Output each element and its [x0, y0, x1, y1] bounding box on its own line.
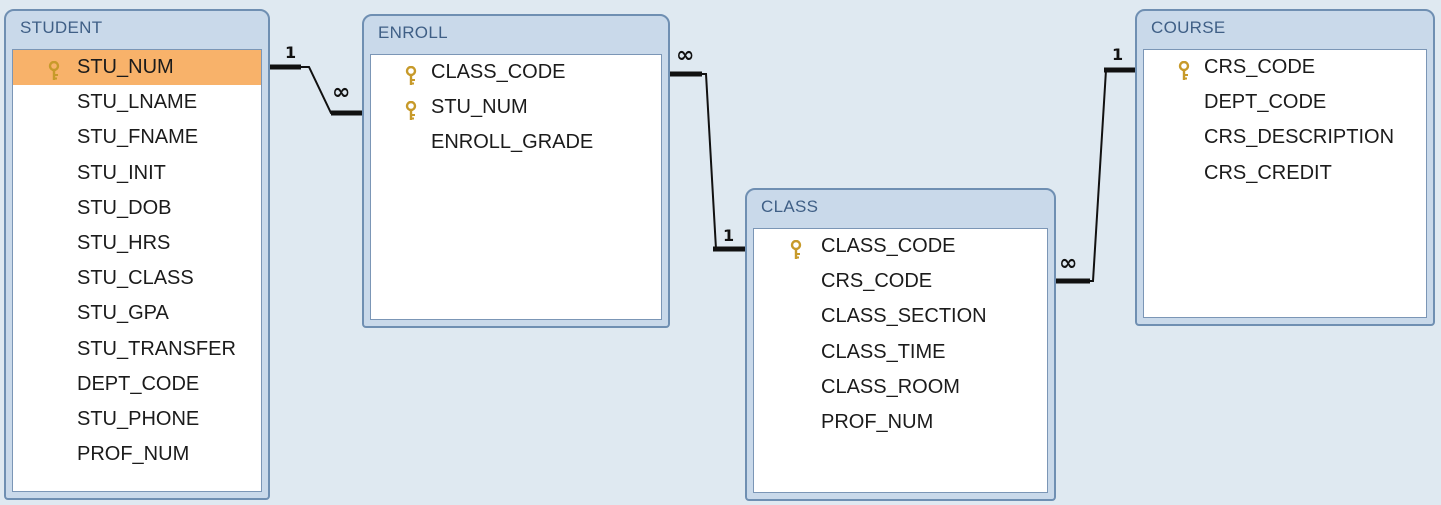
- field-row[interactable]: STU_NUM: [13, 50, 261, 86]
- cardinality-one-course: 1: [1112, 45, 1124, 64]
- field-name: ENROLL_GRADE: [431, 131, 594, 154]
- field-list-student[interactable]: STU_NUM STU_LNAME STU_FNAME STU_INIT STU_DOB…: [12, 49, 262, 492]
- field-name: STU_DOB: [77, 196, 172, 219]
- primary-key-icon: [404, 63, 418, 85]
- field-row[interactable]: CRS_CODE: [1144, 50, 1426, 85]
- table-title-enroll[interactable]: ENROLL: [364, 16, 668, 50]
- field-name: STU_NUM: [77, 56, 174, 78]
- field-row[interactable]: STU_TRANSFER: [13, 332, 261, 367]
- table-title-student[interactable]: STUDENT: [6, 11, 268, 45]
- table-title-class[interactable]: CLASS: [747, 190, 1054, 224]
- field-list-course[interactable]: CRS_CODE DEPT_CODE CRS_DESCRIPTION CRS_CRED…: [1143, 49, 1427, 318]
- primary-key-icon: [1177, 58, 1191, 80]
- field-name: STU_NUM: [431, 96, 528, 119]
- table-title-course[interactable]: COURSE: [1137, 11, 1433, 45]
- cardinality-many-enroll-class: ∞: [676, 43, 694, 68]
- relationships-canvas: 1 ∞ ∞ 1 ∞ 1 STUDENT STU_NUM STU_LNAME STU_…: [0, 0, 1441, 505]
- field-name: STU_FNAME: [77, 126, 199, 149]
- field-name: CRS_CODE: [821, 270, 933, 293]
- field-row[interactable]: DEPT_CODE: [1144, 85, 1426, 120]
- field-row[interactable]: CLASS_ROOM: [754, 370, 1047, 405]
- field-name: STU_TRANSFER: [77, 337, 236, 360]
- field-name: STU_INIT: [77, 161, 166, 184]
- relationship-line-course-class[interactable]: [1055, 67, 1140, 284]
- field-row[interactable]: CRS_DESCRIPTION: [1144, 120, 1426, 155]
- field-list-enroll[interactable]: CLASS_CODE STU_NUM ENROLL_GRADE: [370, 54, 662, 320]
- cardinality-one-student: 1: [285, 43, 297, 62]
- field-row[interactable]: ENROLL_GRADE: [371, 125, 661, 160]
- cardinality-many-class-course: ∞: [1059, 251, 1077, 276]
- field-row[interactable]: CRS_CREDIT: [1144, 156, 1426, 191]
- field-name: STU_PHONE: [77, 407, 200, 430]
- field-row[interactable]: STU_FNAME: [13, 120, 261, 155]
- field-name: CRS_CODE: [1204, 56, 1316, 78]
- field-list-class[interactable]: CLASS_CODE CRS_CODE CLASS_SECTION CLASS_TIM…: [753, 228, 1048, 493]
- primary-key-icon: [47, 58, 61, 80]
- field-row[interactable]: STU_INIT: [13, 156, 261, 191]
- field-row[interactable]: DEPT_CODE: [13, 367, 261, 402]
- table-class[interactable]: CLASS CLASS_CODE CRS_CODE CLASS_SECTION CLA…: [745, 188, 1056, 501]
- field-row[interactable]: STU_PHONE: [13, 402, 261, 437]
- field-row[interactable]: PROF_NUM: [754, 405, 1047, 440]
- field-row[interactable]: CLASS_SECTION: [754, 299, 1047, 334]
- field-row[interactable]: STU_GPA: [13, 296, 261, 331]
- field-row[interactable]: CLASS_CODE: [371, 55, 661, 90]
- field-name: STU_CLASS: [77, 267, 194, 290]
- table-enroll[interactable]: ENROLL CLASS_CODE STU_NUM ENROLL_GRADE: [362, 14, 670, 328]
- field-row[interactable]: CLASS_CODE: [754, 229, 1047, 264]
- cardinality-one-class: 1: [723, 226, 735, 245]
- field-row[interactable]: STU_CLASS: [13, 261, 261, 296]
- primary-key-icon: [404, 98, 418, 121]
- relationship-line-class-enroll[interactable]: [664, 71, 750, 252]
- field-name: CLASS_CODE: [431, 61, 566, 83]
- field-row[interactable]: PROF_NUM: [13, 437, 261, 472]
- field-row[interactable]: STU_NUM: [371, 90, 661, 125]
- relationship-line-student-enroll[interactable]: [264, 64, 366, 116]
- cardinality-many-enroll-student: ∞: [332, 80, 350, 105]
- field-name: STU_HRS: [77, 231, 171, 254]
- field-name: CLASS_ROOM: [821, 375, 960, 398]
- field-name: DEPT_CODE: [77, 372, 200, 395]
- field-name: CLASS_CODE: [821, 235, 956, 257]
- field-name: DEPT_CODE: [1204, 91, 1327, 114]
- field-name: STU_LNAME: [77, 91, 198, 114]
- field-name: PROF_NUM: [77, 443, 190, 466]
- field-name: CRS_CREDIT: [1204, 161, 1332, 184]
- field-row[interactable]: CLASS_TIME: [754, 335, 1047, 370]
- table-student[interactable]: STUDENT STU_NUM STU_LNAME STU_FNAME STU_INI…: [4, 9, 270, 500]
- primary-key-icon: [789, 237, 803, 259]
- field-name: STU_GPA: [77, 302, 169, 325]
- field-row[interactable]: STU_LNAME: [13, 85, 261, 120]
- field-row[interactable]: CRS_CODE: [754, 264, 1047, 299]
- table-course[interactable]: COURSE CRS_CODE DEPT_CODE CRS_DESCRIPTION C…: [1135, 9, 1435, 326]
- field-name: CLASS_TIME: [821, 340, 946, 363]
- field-row[interactable]: STU_DOB: [13, 191, 261, 226]
- field-name: CRS_DESCRIPTION: [1204, 126, 1395, 149]
- field-row[interactable]: STU_HRS: [13, 226, 261, 261]
- field-name: CLASS_SECTION: [821, 305, 987, 328]
- field-name: PROF_NUM: [821, 410, 934, 433]
